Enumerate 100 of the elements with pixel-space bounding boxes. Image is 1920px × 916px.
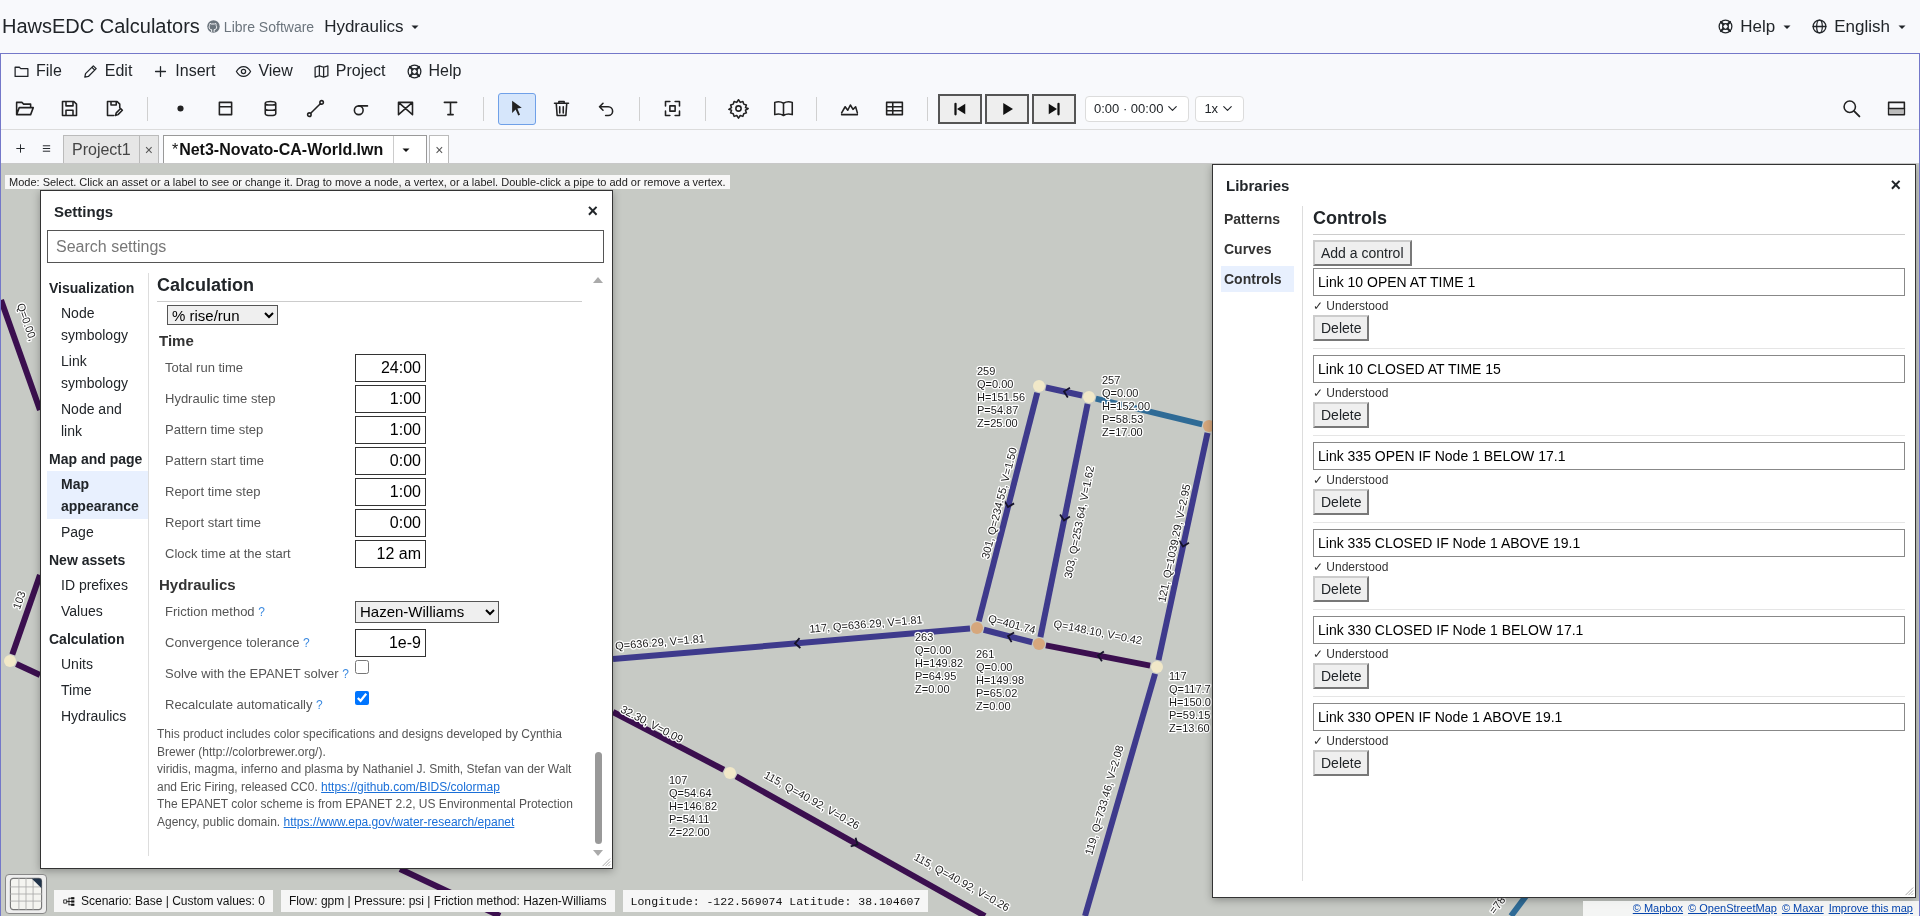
nav-item[interactable]: Map appearance (47, 471, 148, 519)
nav-item[interactable]: Node symbology (47, 300, 148, 348)
nav-item[interactable]: Units (47, 651, 148, 677)
help-link[interactable]: ? (303, 635, 310, 650)
control-input[interactable]: Link 330 CLOSED IF Node 1 BELOW 17.1 (1313, 616, 1905, 644)
map-icon (312, 62, 330, 80)
control-input[interactable]: Link 330 OPEN IF Node 1 ABOVE 19.1 (1313, 703, 1905, 731)
node-label: 117 Q=117.7 H=150.0 P=59.15 Z=13.60 (1169, 670, 1211, 734)
node-label: 261 Q=0.00 H=149.98 P=65.02 Z=0.00 (976, 648, 1024, 712)
app-title: HawsEDC Calculators (2, 15, 200, 38)
menu-item[interactable]: View (225, 56, 303, 86)
checkbox[interactable] (355, 691, 369, 705)
menu-item[interactable]: Help (395, 56, 472, 86)
nav-heading[interactable]: New assets (47, 548, 148, 572)
close-tab-button[interactable]: × (139, 135, 159, 163)
junction-node[interactable] (971, 622, 983, 634)
toolbar-button[interactable] (497, 92, 536, 125)
input-field[interactable]: 0:00 (355, 508, 426, 537)
input-field[interactable]: 12 am (355, 539, 426, 568)
tab[interactable]: *Net3-Novato-CA-World.lwn (162, 135, 428, 163)
junction-node[interactable] (1033, 380, 1045, 392)
control-input[interactable]: Link 335 OPEN IF Node 1 BELOW 17.1 (1313, 442, 1905, 470)
nav-item[interactable]: Controls (1221, 266, 1294, 292)
status-text: ✓ Understood (1313, 560, 1390, 574)
app-menu[interactable]: Hydraulics (318, 16, 428, 37)
attribution-link[interactable]: © Maxar (1781, 902, 1824, 914)
play-button[interactable] (985, 93, 1029, 124)
input-field[interactable]: 1:00 (355, 384, 426, 413)
delete-button[interactable]: Delete (1313, 663, 1370, 689)
junction-node[interactable] (724, 767, 736, 779)
input-field[interactable]: 24:00 (355, 353, 426, 382)
pipe[interactable] (15, 661, 42, 678)
help-link[interactable]: ? (316, 697, 323, 712)
input-field[interactable]: 1:00 (355, 477, 426, 506)
select-field[interactable]: Hazen-Williams (355, 600, 499, 623)
junction-node[interactable] (1033, 638, 1045, 650)
credit-link[interactable]: https://www.epa.gov/water-research/epanet (283, 814, 515, 829)
nav-item[interactable]: Patterns (1221, 206, 1294, 232)
search-field[interactable]: Search settings (47, 230, 604, 263)
skip-forward-button[interactable] (1032, 93, 1076, 124)
scenario-status[interactable]: Scenario: Base | Custom values: 0 (54, 890, 273, 912)
nav-item[interactable]: Time (47, 677, 148, 703)
input-field[interactable]: 1e-9 (355, 628, 426, 657)
pipe[interactable] (9, 574, 43, 656)
nav-item[interactable]: Curves (1221, 236, 1294, 262)
speed-select[interactable]: 1x (1195, 95, 1245, 122)
control-input[interactable]: Link 335 CLOSED IF Node 1 ABOVE 19.1 (1313, 529, 1905, 557)
control-input[interactable]: Link 10 CLOSED AT TIME 15 (1313, 355, 1905, 383)
nav-item[interactable]: ID prefixes (47, 572, 148, 598)
nav-item[interactable]: Link symbology (47, 348, 148, 396)
nav-item[interactable]: Page (47, 519, 148, 545)
map-style-button[interactable] (5, 874, 47, 914)
credit-link[interactable]: https://github.com/BIDS/colormap (321, 779, 500, 794)
delete-button[interactable]: Delete (1313, 489, 1370, 515)
control-input[interactable]: Link 10 OPEN AT TIME 1 (1313, 268, 1905, 296)
delete-button[interactable]: Delete (1313, 402, 1370, 428)
pipe[interactable] (1045, 384, 1083, 399)
delete-button[interactable]: Delete (1313, 576, 1370, 602)
pipe[interactable] (1082, 672, 1158, 916)
add-control-button[interactable]: Add a control (1313, 240, 1412, 266)
input-field[interactable]: 0:00 (355, 446, 426, 475)
attribution-link[interactable]: © Mapbox (1632, 902, 1684, 914)
help-link[interactable]: ? (342, 666, 349, 681)
help-link[interactable]: ? (258, 604, 265, 619)
nav-item[interactable]: Hydraulics (47, 703, 148, 729)
menu-item[interactable]: Edit (71, 56, 143, 86)
nav-heading[interactable]: Calculation (47, 627, 148, 651)
delete-button[interactable]: Delete (1313, 315, 1370, 341)
pipe[interactable] (1, 299, 43, 411)
pipe[interactable] (1045, 642, 1151, 669)
junction-node[interactable] (1151, 661, 1163, 673)
close-button[interactable]: × (1888, 175, 1903, 196)
nav-heading[interactable]: Visualization (47, 276, 148, 300)
pipe[interactable] (1155, 432, 1211, 661)
delete-button[interactable]: Delete (1313, 750, 1370, 776)
nav-item[interactable]: Node and link (47, 396, 148, 444)
status-text: ✓ Understood (1313, 299, 1390, 313)
skip-back-button[interactable] (938, 93, 982, 124)
nav-heading[interactable]: Map and page (47, 447, 148, 471)
close-button[interactable]: × (585, 201, 600, 222)
attribution-link[interactable]: Improve this map (1828, 902, 1913, 914)
input-field[interactable]: 1:00 (355, 415, 426, 444)
close-tab-button[interactable]: × (429, 135, 450, 163)
panel-title: Settings (54, 203, 114, 220)
globe-icon (1811, 18, 1829, 35)
junction-node[interactable] (1083, 391, 1095, 403)
tab[interactable]: Project1 (63, 135, 140, 163)
save-edit-icon (104, 98, 125, 119)
time-select[interactable]: 0:00 · 00:00 (1085, 95, 1190, 122)
nav-item[interactable]: Values (47, 598, 148, 624)
attribution-link[interactable]: © OpenStreetMap (1688, 902, 1777, 914)
source-link[interactable]: Libre Software (205, 18, 315, 35)
checkbox[interactable] (355, 660, 369, 674)
language-menu[interactable]: English (1805, 16, 1914, 37)
help-menu[interactable]: Help (1711, 16, 1800, 37)
select-field[interactable]: % rise/run (167, 305, 278, 325)
junction-node[interactable] (4, 655, 16, 667)
menu-item[interactable]: Insert (142, 56, 226, 86)
menu-item[interactable]: Project (302, 56, 396, 86)
menu-item[interactable]: File (3, 56, 72, 86)
